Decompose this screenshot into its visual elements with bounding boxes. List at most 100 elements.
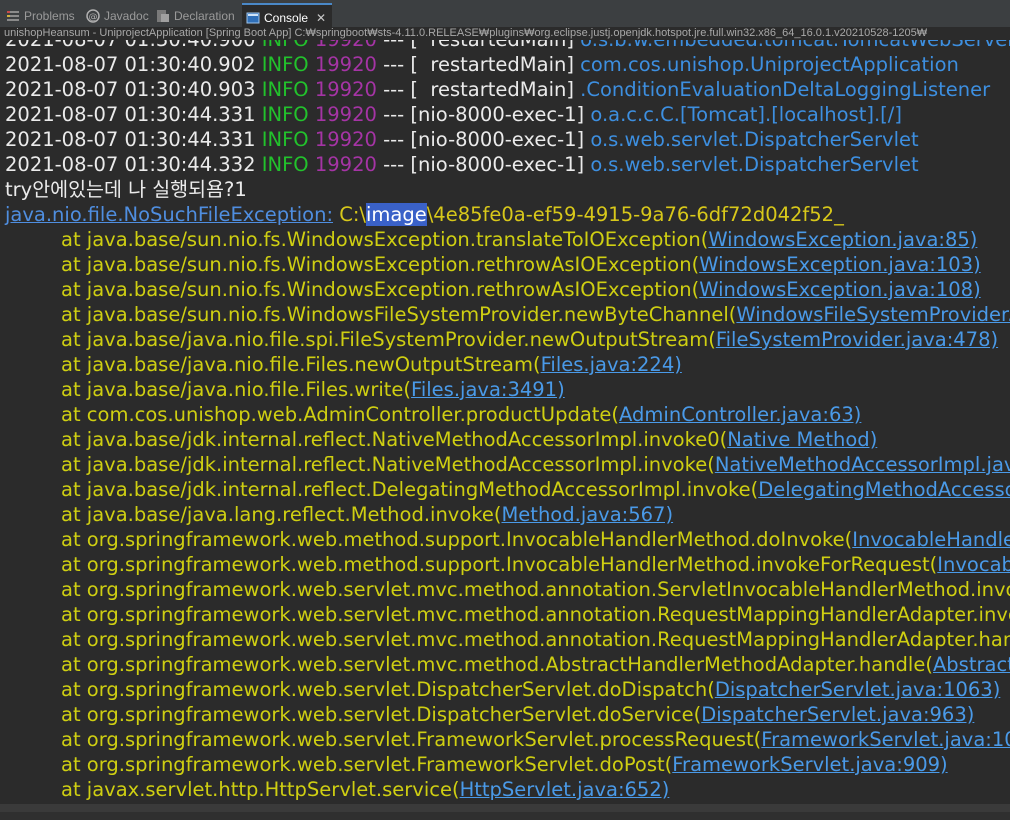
log-logger-link[interactable]: o.s.web.servlet.DispatcherServlet <box>590 128 918 151</box>
stack-frame: at org.springframework.web.servlet.Frame… <box>5 752 1010 777</box>
log-level: INFO <box>261 53 309 76</box>
log-thread: [ restartedMain] <box>410 53 574 76</box>
stack-frame-source-link[interactable]: WindowsFileSystemProvider.java:235) <box>736 303 1010 326</box>
tab-javadoc[interactable]: @ Javadoc <box>86 4 149 28</box>
stack-frame-method: at java.base/java.lang.reflect.Method.in… <box>61 503 502 526</box>
log-logger-link[interactable]: o.s.b.w.embedded.tomcat.TomcatWebServer <box>580 40 1010 51</box>
stack-frame-source-link[interactable]: DispatcherServlet.java:963) <box>701 703 974 726</box>
log-line: 2021-08-07 01:30:40.903 INFO 19920 --- [… <box>5 77 1010 102</box>
stack-frame: at org.springframework.web.method.suppor… <box>5 527 1010 552</box>
tab-javadoc-label: Javadoc <box>104 9 149 23</box>
stack-frame-source-link[interactable]: WindowsException.java:103) <box>699 253 980 276</box>
stack-frame-source-link[interactable]: FrameworkServlet.java:909) <box>672 753 947 776</box>
log-pid: 19920 <box>314 153 377 176</box>
stack-frame: at java.base/sun.nio.fs.WindowsException… <box>5 252 1010 277</box>
stack-frame: at org.springframework.web.servlet.mvc.m… <box>5 602 1010 627</box>
tab-declaration-label: Declaration <box>174 9 235 23</box>
exception-message: C:\ <box>333 203 366 226</box>
log-thread: [ restartedMain] <box>410 40 574 51</box>
log-logger-link[interactable]: o.a.c.c.C.[Tomcat].[localhost].[/] <box>590 103 902 126</box>
stack-frame: at java.base/sun.nio.fs.WindowsException… <box>5 227 1010 252</box>
stack-frame-source-link[interactable]: InvocableHandlerMethod.java:141) <box>937 553 1010 576</box>
tab-problems[interactable]: Problems <box>6 4 75 28</box>
tab-declaration[interactable]: Declaration <box>156 4 235 28</box>
stack-frame: at javax.servlet.http.HttpServlet.servic… <box>5 777 1010 802</box>
console-process-title: unishopHeansum - UniprojectApplication [… <box>0 27 1010 40</box>
tab-console-label: Console <box>264 10 309 25</box>
stack-frame-method: at org.springframework.web.method.suppor… <box>61 553 938 576</box>
stack-frame-source-link[interactable]: Native Method) <box>727 428 877 451</box>
log-thread: [ restartedMain] <box>410 78 574 101</box>
stack-frame-source-link[interactable]: DelegatingMethodAccessorImpl.java:43) <box>758 478 1010 501</box>
log-line: 2021-08-07 01:30:40.900 INFO 19920 --- [… <box>5 40 1010 52</box>
stack-frame-method: at java.base/java.nio.file.Files.newOutp… <box>61 353 541 376</box>
log-pid: 19920 <box>314 53 377 76</box>
stack-frame: at java.base/java.lang.reflect.Method.in… <box>5 502 1010 527</box>
log-separator: --- <box>383 78 405 101</box>
stack-frame-method: at org.springframework.web.servlet.Dispa… <box>61 703 702 726</box>
stack-frame: at org.springframework.web.servlet.Frame… <box>5 727 1010 752</box>
log-timestamp: 2021-08-07 01:30:44.331 <box>5 103 256 126</box>
log-pid: 19920 <box>315 40 377 51</box>
stack-frame: at java.base/sun.nio.fs.WindowsFileSyste… <box>5 302 1010 327</box>
log-separator: --- <box>383 103 405 126</box>
stack-frame-source-link[interactable]: AdminController.java:63) <box>619 403 861 426</box>
svg-text:@: @ <box>89 13 98 23</box>
log-thread: [nio-8000-exec-1] <box>410 128 585 151</box>
log-logger-link[interactable]: .ConditionEvaluationDeltaLoggingListener <box>580 78 990 101</box>
stack-frame-source-link[interactable]: DispatcherServlet.java:1063) <box>715 678 1001 701</box>
stack-frame-method: at java.base/jdk.internal.reflect.Native… <box>61 453 715 476</box>
horizontal-scrollbar[interactable] <box>0 804 1010 812</box>
log-timestamp: 2021-08-07 01:30:44.332 <box>5 153 256 176</box>
stdout-line: try안에있는데 나 실행되욤?1 <box>5 178 247 201</box>
log-separator: --- <box>383 53 405 76</box>
log-timestamp: 2021-08-07 01:30:40.902 <box>5 53 256 76</box>
exception-message-rest: \4e85fe0a-ef59-4915-9a76-6df72d042f52_ <box>426 203 844 226</box>
stack-frame-source-link[interactable]: AbstractHandlerMethodAdapter.java:87) <box>933 653 1010 676</box>
stack-frame-source-link[interactable]: HttpServlet.java:652) <box>460 778 670 801</box>
stack-frame-method: at java.base/jdk.internal.reflect.Delega… <box>61 478 759 501</box>
stack-frame-source-link[interactable]: InvocableHandlerMethod.java:197) <box>852 528 1010 551</box>
tab-problems-label: Problems <box>24 9 75 23</box>
stack-frame-method: at org.springframework.web.servlet.Frame… <box>61 753 673 776</box>
problems-icon <box>6 9 20 23</box>
log-timestamp: 2021-08-07 01:30:40.900 <box>5 40 256 51</box>
stack-frame-source-link[interactable]: NativeMethodAccessorImpl.java:78) <box>715 453 1010 476</box>
stack-frame-method: at javax.servlet.http.HttpServlet.servic… <box>61 778 460 801</box>
stack-frame-source-link[interactable]: WindowsException.java:108) <box>699 278 980 301</box>
log-line: 2021-08-07 01:30:44.331 INFO 19920 --- [… <box>5 102 1010 127</box>
stack-frame-method: at java.base/jdk.internal.reflect.Native… <box>61 428 728 451</box>
log-line: 2021-08-07 01:30:44.331 INFO 19920 --- [… <box>5 127 1010 152</box>
stack-frame: at com.cos.unishop.web.AdminController.p… <box>5 402 1010 427</box>
log-level: INFO <box>261 103 309 126</box>
stack-frame-method: at com.cos.unishop.web.AdminController.p… <box>61 403 620 426</box>
stack-frame-source-link[interactable]: FrameworkServlet.java:1006) <box>761 728 1010 751</box>
stack-frame: at org.springframework.web.servlet.mvc.m… <box>5 627 1010 652</box>
console-output[interactable]: 2021-08-07 01:30:40.900 INFO 19920 --- [… <box>0 40 1010 812</box>
stack-frame-method: at org.springframework.web.servlet.mvc.m… <box>61 603 1010 626</box>
console-lines: 2021-08-07 01:30:40.900 INFO 19920 --- [… <box>5 40 1010 812</box>
stack-frame-source-link[interactable]: WindowsException.java:85) <box>708 228 977 251</box>
log-level: INFO <box>261 153 309 176</box>
stack-frame-source-link[interactable]: Files.java:3491) <box>411 378 565 401</box>
exception-class-link[interactable]: java.nio.file.NoSuchFileException: <box>5 203 333 226</box>
log-timestamp: 2021-08-07 01:30:44.331 <box>5 128 256 151</box>
close-icon[interactable]: ✕ <box>316 11 326 25</box>
stack-frame-source-link[interactable]: FileSystemProvider.java:478) <box>716 328 998 351</box>
log-logger-link[interactable]: com.cos.unishop.UniprojectApplication <box>580 53 959 76</box>
stack-frame-source-link[interactable]: Method.java:567) <box>501 503 673 526</box>
log-level: INFO <box>261 78 309 101</box>
stack-frame: at org.springframework.web.method.suppor… <box>5 552 1010 577</box>
declaration-icon <box>156 9 170 23</box>
log-pid: 19920 <box>314 78 377 101</box>
stack-frame-method: at java.base/sun.nio.fs.WindowsException… <box>61 278 700 301</box>
tab-console[interactable]: Console ✕ <box>242 3 333 30</box>
log-separator: --- <box>383 153 405 176</box>
stack-frame-method: at java.base/sun.nio.fs.WindowsException… <box>61 253 700 276</box>
stack-frame-method: at java.base/java.nio.file.Files.write( <box>61 378 412 401</box>
selected-text: image <box>365 203 427 226</box>
stack-frame-source-link[interactable]: Files.java:224) <box>541 353 682 376</box>
stack-frame: at java.base/java.nio.file.Files.newOutp… <box>5 352 1010 377</box>
log-logger-link[interactable]: o.s.web.servlet.DispatcherServlet <box>590 153 918 176</box>
stack-frame: at java.base/jdk.internal.reflect.Native… <box>5 452 1010 477</box>
